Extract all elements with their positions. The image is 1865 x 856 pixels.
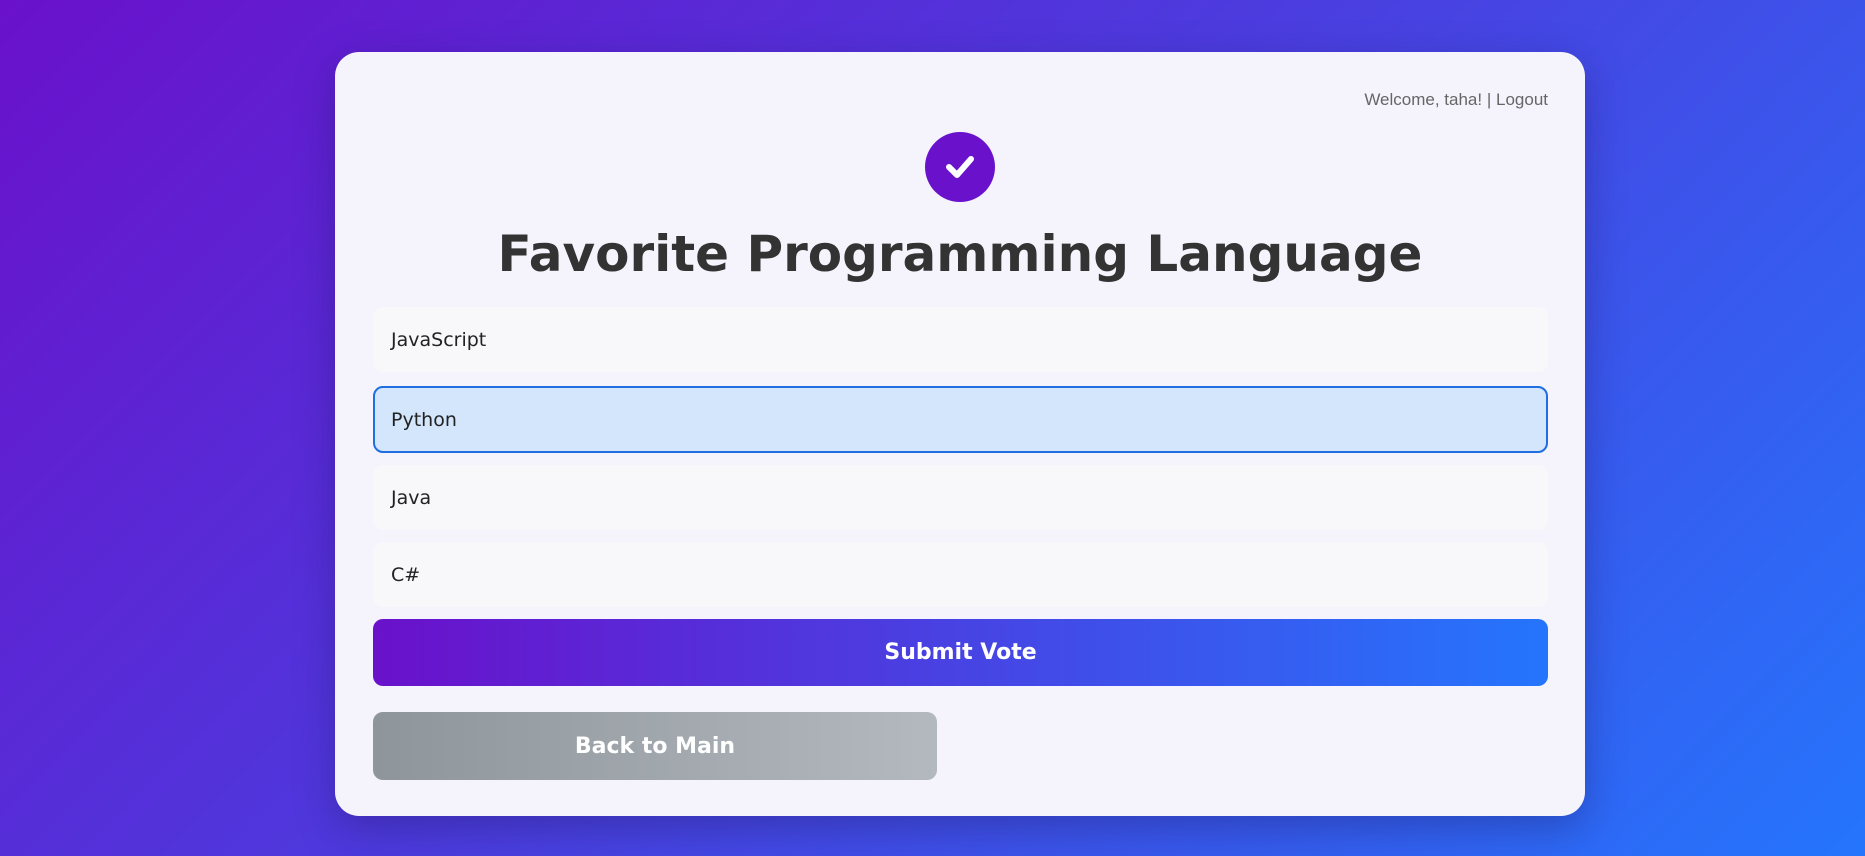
options-list: JavaScript Python Java C# [373, 307, 1548, 619]
option-csharp[interactable]: C# [373, 542, 1548, 607]
logout-link[interactable]: Logout [1496, 90, 1548, 109]
option-label: JavaScript [391, 328, 487, 351]
submit-vote-button[interactable]: Submit Vote [373, 619, 1548, 686]
poll-card: Welcome, taha! | Logout Favorite Program… [335, 52, 1585, 816]
option-label: Java [391, 486, 432, 509]
user-bar: Welcome, taha! | Logout [1364, 90, 1548, 110]
back-to-main-button[interactable]: Back to Main [373, 712, 937, 780]
poll-title: Favorite Programming Language [497, 225, 1423, 283]
option-java[interactable]: Java [373, 465, 1548, 530]
option-python[interactable]: Python [373, 386, 1548, 453]
welcome-text: Welcome, taha! [1364, 90, 1483, 109]
option-javascript[interactable]: JavaScript [373, 307, 1548, 372]
check-icon [946, 156, 974, 178]
option-label: Python [391, 408, 457, 431]
separator: | [1486, 90, 1492, 109]
check-badge [925, 132, 995, 202]
option-label: C# [391, 563, 421, 586]
